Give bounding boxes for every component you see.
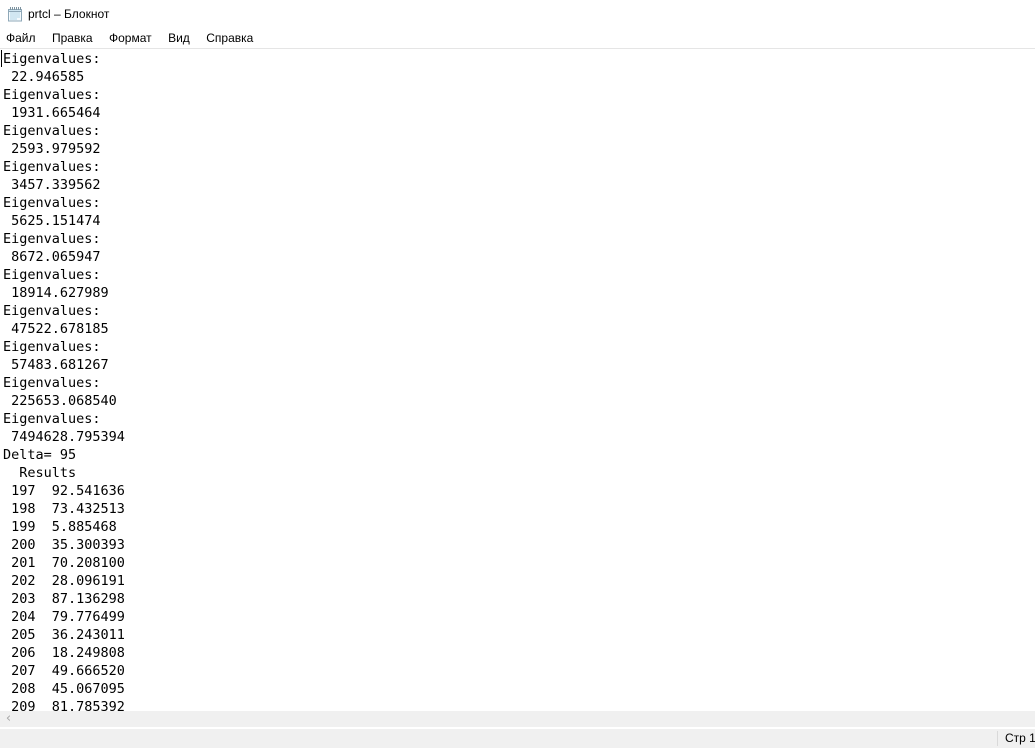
text-line: 18914.627989 <box>3 284 1035 302</box>
text-line: 200 35.300393 <box>3 536 1035 554</box>
text-line: 198 73.432513 <box>3 500 1035 518</box>
text-line: 5625.151474 <box>3 212 1035 230</box>
title-bar[interactable]: prtcl – Блокнот <box>0 0 1035 28</box>
text-line: 199 5.885468 <box>3 518 1035 536</box>
status-bar-divider <box>997 731 998 746</box>
window-title: prtcl – Блокнот <box>28 0 109 28</box>
text-line: Delta= 95 <box>3 446 1035 464</box>
status-line-column: Стр 1, <box>1005 729 1035 748</box>
text-line: Eigenvalues: <box>3 374 1035 392</box>
text-line: 208 45.067095 <box>3 680 1035 698</box>
text-line: Eigenvalues: <box>3 266 1035 284</box>
text-line: 206 18.249808 <box>3 644 1035 662</box>
text-line: 47522.678185 <box>3 320 1035 338</box>
text-line: 7494628.795394 <box>3 428 1035 446</box>
status-bar: Стр 1, <box>0 729 1035 748</box>
text-line: 207 49.666520 <box>3 662 1035 680</box>
menu-bar: Файл Правка Формат Вид Справка <box>0 28 1035 49</box>
menu-item-file[interactable]: Файл <box>0 28 42 48</box>
text-line: 197 92.541636 <box>3 482 1035 500</box>
text-line: 225653.068540 <box>3 392 1035 410</box>
text-line: 22.946585 <box>3 68 1035 86</box>
horizontal-scrollbar[interactable]: ‹ <box>0 711 1035 727</box>
text-line: 1931.665464 <box>3 104 1035 122</box>
text-line: 203 87.136298 <box>3 590 1035 608</box>
text-line: Eigenvalues: <box>3 338 1035 356</box>
text-line: 201 70.208100 <box>3 554 1035 572</box>
menu-item-edit[interactable]: Правка <box>46 28 99 48</box>
text-line: Eigenvalues: <box>3 410 1035 428</box>
menu-item-format[interactable]: Формат <box>103 28 158 48</box>
notepad-icon <box>7 6 23 22</box>
text-line: 3457.339562 <box>3 176 1035 194</box>
text-line: Eigenvalues: <box>3 302 1035 320</box>
notepad-window: prtcl – Блокнот Файл Правка Формат Вид С… <box>0 0 1035 748</box>
text-line: 202 28.096191 <box>3 572 1035 590</box>
text-line: 204 79.776499 <box>3 608 1035 626</box>
text-line: Eigenvalues: <box>3 158 1035 176</box>
text-line: 205 36.243011 <box>3 626 1035 644</box>
text-line: Results <box>3 464 1035 482</box>
menu-item-help[interactable]: Справка <box>200 28 259 48</box>
text-line: 57483.681267 <box>3 356 1035 374</box>
text-line: Eigenvalues: <box>3 194 1035 212</box>
text-line: 8672.065947 <box>3 248 1035 266</box>
text-line: Eigenvalues: <box>3 86 1035 104</box>
menu-item-view[interactable]: Вид <box>162 28 196 48</box>
text-caret <box>1 50 2 67</box>
text-editor-area[interactable]: Eigenvalues: 22.946585Eigenvalues: 1931.… <box>0 50 1035 711</box>
scroll-left-arrow-icon[interactable]: ‹ <box>0 711 17 727</box>
text-line: 209 81.785392 <box>3 698 1035 711</box>
text-line: 2593.979592 <box>3 140 1035 158</box>
text-line: Eigenvalues: <box>3 122 1035 140</box>
text-line: Eigenvalues: <box>3 230 1035 248</box>
text-line: Eigenvalues: <box>3 50 1035 68</box>
